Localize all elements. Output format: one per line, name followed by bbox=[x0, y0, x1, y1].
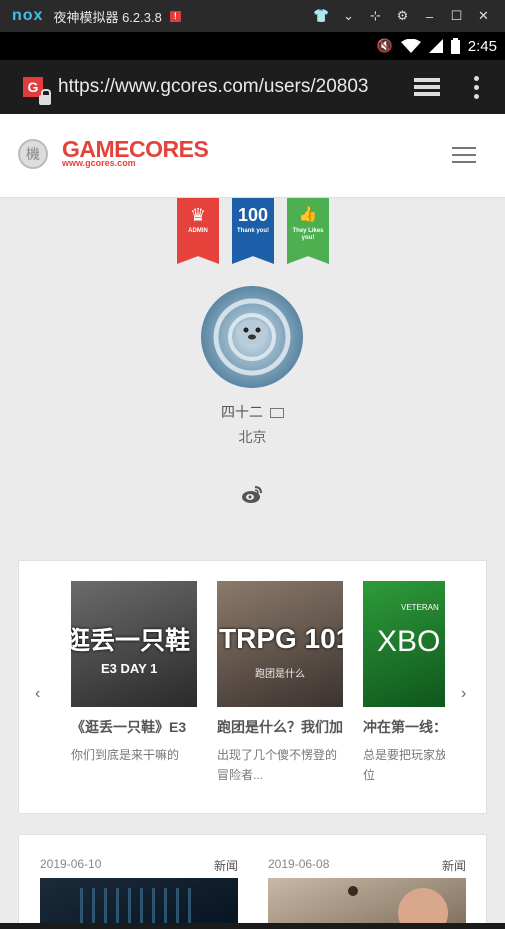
carousel-thumbnail[interactable]: TRPG 101 跑团是什么 bbox=[217, 581, 343, 707]
crown-icon: ♛ bbox=[189, 205, 207, 225]
news-tag[interactable]: 新闻 bbox=[442, 857, 466, 874]
carousel-thumbnail[interactable]: 逛丢一只鞋 E3 DAY 1 bbox=[71, 581, 197, 707]
carousel-item-desc: 你们到底是来干嘛的 bbox=[71, 748, 180, 762]
carousel-item-title[interactable]: 跑团是什么？我们加 bbox=[217, 717, 343, 737]
maximize-icon[interactable]: ☐ bbox=[443, 8, 470, 24]
carousel-item-title[interactable]: 冲在第一线： bbox=[363, 717, 445, 737]
signal-icon bbox=[428, 39, 443, 53]
emulator-title-bar: nox 夜神模拟器 6.2.3.8 ! 👕 ⌄ ⊹ ⚙ – ☐ ✕ bbox=[0, 0, 505, 32]
emulator-alert-icon[interactable]: ! bbox=[169, 10, 181, 22]
admin-badge: ♛ ADMIN bbox=[177, 198, 219, 264]
news-item[interactable]: 2019-06-10 新闻 bbox=[40, 857, 238, 923]
site-logo-url: www.gcores.com bbox=[62, 158, 136, 168]
carousel-thumbnail[interactable]: VETERAN XBO bbox=[363, 581, 445, 707]
minimize-icon[interactable]: – bbox=[416, 9, 443, 24]
carousel-next-icon[interactable]: › bbox=[461, 685, 466, 703]
news-date: 2019-06-10 bbox=[40, 857, 102, 871]
carousel-item[interactable]: TRPG 101 跑团是什么 跑团是什么？我们加 出现了几个傻不愣登的冒险者..… bbox=[217, 581, 343, 785]
emulator-logo: nox bbox=[12, 7, 44, 24]
carousel-item-desc: 总是要把玩家放在第一位 bbox=[363, 748, 445, 782]
carousel-item-desc: 出现了几个傻不愣登的冒险者... bbox=[217, 748, 338, 782]
lock-icon bbox=[39, 89, 51, 105]
news-list: 2019-06-10 新闻 2019-06-08 新闻 bbox=[18, 834, 487, 923]
news-tag[interactable]: 新闻 bbox=[214, 857, 238, 874]
likes-badge: 👍 They Likes you! bbox=[287, 198, 329, 264]
news-item[interactable]: 2019-06-08 新闻 bbox=[268, 857, 466, 923]
carousel-item[interactable]: VETERAN XBO 冲在第一线： 总是要把玩家放在第一位 bbox=[363, 581, 445, 785]
web-page: 機 GAMECORES www.gcores.com ♛ ADMIN 100 T… bbox=[0, 114, 505, 923]
gear-icon[interactable]: ⚙ bbox=[389, 8, 416, 24]
carousel-item-title[interactable]: 《逛丢一只鞋》E3 bbox=[71, 717, 197, 737]
username: 四十二 bbox=[221, 404, 264, 420]
close-icon[interactable]: ✕ bbox=[470, 8, 497, 24]
shirt-icon[interactable]: 👕 bbox=[308, 8, 335, 24]
carousel-viewport: 逛丢一只鞋 E3 DAY 1 《逛丢一只鞋》E3 你们到底是来干嘛的 TRPG … bbox=[71, 581, 445, 801]
news-date: 2019-06-08 bbox=[268, 857, 330, 871]
browser-url-bar: G https://www.gcores.com/users/20803 bbox=[0, 60, 505, 114]
clock: 2:45 bbox=[467, 37, 497, 55]
location: 北京 bbox=[238, 429, 267, 445]
android-status-bar: 🔇 2:45 bbox=[0, 32, 505, 60]
pin-icon[interactable]: ⊹ bbox=[362, 8, 389, 24]
site-favicon: G bbox=[23, 77, 51, 105]
carousel-item[interactable]: 逛丢一只鞋 E3 DAY 1 《逛丢一只鞋》E3 你们到底是来干嘛的 bbox=[71, 581, 197, 765]
username-row: 四十二 bbox=[0, 402, 505, 422]
thumbs-up-icon: 👍 bbox=[298, 206, 318, 223]
weibo-icon[interactable] bbox=[241, 484, 263, 504]
articles-carousel: ‹ 逛丢一只鞋 E3 DAY 1 《逛丢一只鞋》E3 你们到底是来干嘛的 TRP… bbox=[18, 560, 487, 814]
news-thumbnail[interactable] bbox=[268, 878, 466, 923]
overflow-menu-icon[interactable] bbox=[474, 76, 480, 103]
site-header: 機 GAMECORES www.gcores.com bbox=[0, 114, 505, 198]
carousel-prev-icon[interactable]: ‹ bbox=[35, 685, 40, 703]
wifi-icon bbox=[400, 39, 421, 53]
site-badge-icon[interactable]: 機 bbox=[18, 139, 48, 169]
battery-icon bbox=[450, 38, 460, 54]
avatar[interactable] bbox=[201, 286, 303, 388]
url-field[interactable]: https://www.gcores.com/users/20803 bbox=[58, 76, 388, 98]
chevron-down-icon[interactable]: ⌄ bbox=[335, 8, 362, 24]
thank-you-badge: 100 Thank you! bbox=[232, 198, 274, 264]
mute-icon: 🔇 bbox=[376, 38, 393, 53]
hamburger-menu-icon[interactable] bbox=[452, 147, 476, 168]
emulator-controls: 👕 ⌄ ⊹ ⚙ – ☐ ✕ bbox=[308, 0, 497, 32]
emulator-title: 夜神模拟器 6.2.3.8 bbox=[53, 9, 162, 25]
tabs-icon[interactable] bbox=[414, 78, 440, 96]
news-thumbnail[interactable] bbox=[40, 878, 238, 923]
mail-icon[interactable] bbox=[269, 408, 284, 418]
